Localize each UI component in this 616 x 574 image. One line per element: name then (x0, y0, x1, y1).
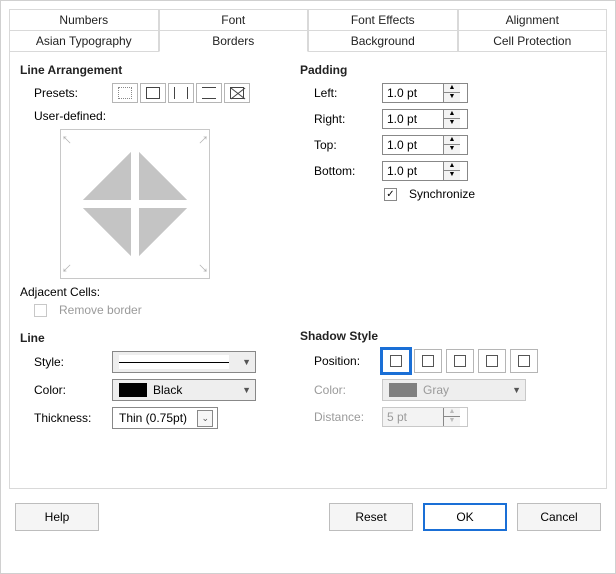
user-defined-label: User-defined: (20, 109, 280, 123)
chevron-down-icon: ▼ (242, 357, 251, 367)
chevron-down-icon: ⌄ (197, 410, 213, 427)
padding-top-input[interactable] (383, 136, 443, 154)
handle-bl-icon: ↑ (59, 260, 76, 277)
borders-panel: Line Arrangement Presets: User-defined: … (9, 51, 607, 489)
shadow-top-left[interactable] (510, 349, 538, 373)
spin-up-icon[interactable]: ▲ (444, 110, 460, 119)
line-color-label: Color: (34, 383, 104, 397)
line-color-name: Black (153, 383, 182, 397)
synchronize-label: Synchronize (409, 187, 475, 201)
shadow-distance-spin: ▲▼ (382, 407, 468, 427)
line-arrangement-heading: Line Arrangement (20, 63, 280, 77)
help-button[interactable]: Help (15, 503, 99, 531)
tab-alignment[interactable]: Alignment (458, 9, 608, 31)
padding-bottom-input[interactable] (383, 162, 443, 180)
padding-top-spin[interactable]: ▲▼ (382, 135, 468, 155)
line-style-preview (119, 355, 229, 369)
cancel-button[interactable]: Cancel (517, 503, 601, 531)
spin-up-icon[interactable]: ▲ (444, 136, 460, 145)
shadow-bottom-right[interactable] (414, 349, 442, 373)
padding-bottom-label: Bottom: (314, 164, 374, 178)
padding-top-label: Top: (314, 138, 374, 152)
tab-font-effects[interactable]: Font Effects (308, 9, 458, 31)
chevron-down-icon: ▼ (512, 385, 521, 395)
padding-right-spin[interactable]: ▲▼ (382, 109, 468, 129)
ok-button[interactable]: OK (423, 503, 507, 531)
preset-horizontal[interactable] (196, 83, 222, 103)
tab-asian-typography[interactable]: Asian Typography (9, 30, 159, 52)
remove-border-label: Remove border (59, 303, 142, 317)
reset-button[interactable]: Reset (329, 503, 413, 531)
shadow-style-heading: Shadow Style (300, 329, 596, 343)
spin-up-icon[interactable]: ▲ (444, 84, 460, 93)
shadow-distance-label: Distance: (314, 410, 374, 424)
padding-bottom-spin[interactable]: ▲▼ (382, 161, 468, 181)
shadow-position-label: Position: (314, 354, 374, 368)
tab-strip: Numbers Font Font Effects Alignment Asia… (9, 9, 607, 52)
handle-tl-icon: ↑ (59, 132, 76, 149)
spin-down-icon[interactable]: ▼ (444, 145, 460, 154)
handle-tr-icon: ↑ (195, 132, 212, 149)
preset-box[interactable] (140, 83, 166, 103)
chevron-down-icon: ▼ (242, 385, 251, 395)
shadow-color-name: Gray (423, 383, 449, 397)
tab-background[interactable]: Background (308, 30, 458, 52)
line-style-label: Style: (34, 355, 104, 369)
spin-down-icon[interactable]: ▼ (444, 93, 460, 102)
spin-up-icon: ▲ (444, 408, 460, 417)
cell-format-dialog: Numbers Font Font Effects Alignment Asia… (0, 0, 616, 574)
shadow-color-dropdown: Gray ▼ (382, 379, 526, 401)
tab-font[interactable]: Font (159, 9, 309, 31)
preset-vertical[interactable] (168, 83, 194, 103)
shadow-position-group (382, 349, 538, 373)
spin-down-icon[interactable]: ▼ (444, 171, 460, 180)
shadow-top-right[interactable] (446, 349, 474, 373)
line-style-dropdown[interactable]: ▼ (112, 351, 256, 373)
preset-no-borders[interactable] (112, 83, 138, 103)
adjacent-cells-label: Adjacent Cells: (20, 285, 280, 299)
padding-left-spin[interactable]: ▲▼ (382, 83, 468, 103)
padding-heading: Padding (300, 63, 596, 77)
dialog-button-bar: Help Reset OK Cancel (9, 503, 607, 531)
spin-down-icon[interactable]: ▼ (444, 119, 460, 128)
padding-right-input[interactable] (383, 110, 443, 128)
shadow-distance-input (383, 408, 443, 426)
user-defined-border-editor[interactable]: ↑ ↑ ↑ ↑ (60, 129, 210, 279)
presets-label: Presets: (34, 86, 104, 100)
line-color-dropdown[interactable]: Black ▼ (112, 379, 256, 401)
padding-right-label: Right: (314, 112, 374, 126)
shadow-bottom-left[interactable] (478, 349, 506, 373)
line-thickness-value: Thin (0.75pt) (119, 411, 187, 425)
spin-up-icon[interactable]: ▲ (444, 162, 460, 171)
tab-cell-protection[interactable]: Cell Protection (458, 30, 608, 52)
line-color-swatch (119, 383, 147, 397)
spin-down-icon: ▼ (444, 417, 460, 426)
shadow-color-swatch (389, 383, 417, 397)
synchronize-checkbox[interactable]: ✓ (384, 188, 397, 201)
presets-group (112, 83, 250, 103)
tab-numbers[interactable]: Numbers (9, 9, 159, 31)
handle-br-icon: ↑ (195, 260, 212, 277)
tab-borders[interactable]: Borders (159, 30, 309, 52)
preset-diagonal[interactable] (224, 83, 250, 103)
padding-left-label: Left: (314, 86, 374, 100)
line-heading: Line (20, 331, 280, 345)
line-thickness-label: Thickness: (34, 411, 104, 425)
shadow-color-label: Color: (314, 383, 374, 397)
shadow-none[interactable] (382, 349, 410, 373)
remove-border-checkbox (34, 304, 47, 317)
padding-left-input[interactable] (383, 84, 443, 102)
line-thickness-dropdown[interactable]: Thin (0.75pt) ⌄ (112, 407, 218, 429)
